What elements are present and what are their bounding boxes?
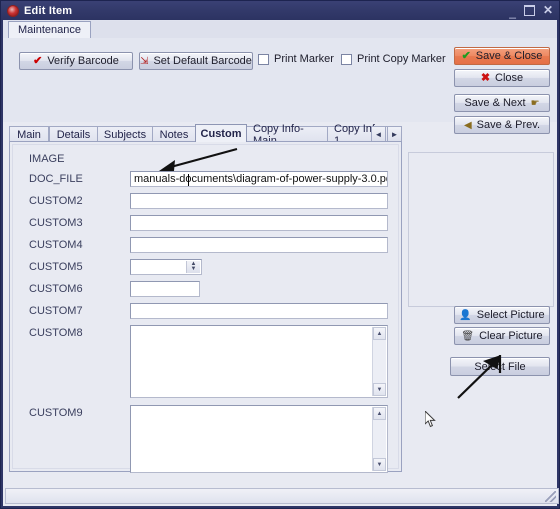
print-copy-marker-checkbox[interactable]: Print Copy Marker (341, 53, 446, 65)
check-icon: ✔ (33, 54, 43, 67)
custom3-input[interactable] (130, 215, 388, 231)
custom5-spinner[interactable]: ▲ ▼ (130, 259, 202, 275)
custom3-label: CUSTOM3 (29, 217, 83, 229)
text-caret (188, 174, 189, 186)
print-copy-marker-label: Print Copy Marker (357, 53, 446, 65)
custom-form-panel: IMAGE DOC_FILE manuals-documents\diagram… (9, 141, 402, 473)
custom8-value (131, 326, 387, 328)
custom5-label: CUSTOM5 (29, 261, 83, 273)
save-and-next-label: Save & Next (464, 97, 526, 109)
custom6-input[interactable] (130, 281, 200, 297)
tab-scroll-right-icon[interactable]: ► (387, 126, 402, 142)
custom9-textarea[interactable]: ▲ ▼ (130, 405, 388, 473)
title-bar: Edit Item _ ✕ (1, 1, 559, 20)
custom7-input[interactable] (130, 303, 388, 319)
custom2-value (131, 194, 387, 196)
custom7-value (131, 304, 387, 306)
window-title: Edit Item (24, 4, 73, 17)
custom9-value (131, 406, 387, 408)
save-and-next-button[interactable]: Save & Next ☛ (454, 94, 550, 112)
set-default-barcode-button[interactable]: ⇲ Set Default Barcode (139, 52, 253, 70)
close-button[interactable]: ✖ Close (454, 69, 550, 87)
custom8-scrollbar[interactable]: ▲ ▼ (372, 327, 386, 396)
hand-right-icon: ☛ (530, 97, 540, 109)
custom-form-inner: IMAGE DOC_FILE manuals-documents\diagram… (12, 144, 399, 473)
maximize-icon[interactable] (523, 4, 535, 16)
doc-file-label: DOC_FILE (29, 173, 83, 185)
picture-preview-box (408, 152, 554, 307)
save-and-prev-label: Save & Prev. (476, 119, 541, 131)
custom-tabstrip: Main Details Subjects Notes Custom Copy … (9, 123, 402, 147)
scroll-down-icon[interactable]: ▼ (373, 458, 386, 471)
check-icon: ✔ (461, 49, 471, 62)
app-circle-icon (7, 4, 19, 17)
scroll-up-icon[interactable]: ▲ (373, 407, 386, 420)
print-marker-checkbox[interactable]: Print Marker (258, 53, 334, 65)
custom7-label: CUSTOM7 (29, 305, 83, 317)
trash-icon: 🗑 (461, 330, 475, 342)
mouse-cursor (425, 411, 436, 428)
close-icon[interactable]: ✕ (543, 3, 553, 17)
resize-grip-icon[interactable] (545, 491, 556, 502)
scroll-up-icon[interactable]: ▲ (373, 327, 386, 340)
custom4-label: CUSTOM4 (29, 239, 83, 251)
save-and-close-label: Save & Close (475, 50, 543, 62)
spinner-arrows-icon[interactable]: ▲ ▼ (186, 261, 200, 273)
window-controls: _ ✕ (509, 3, 553, 19)
custom2-input[interactable] (130, 193, 388, 209)
edit-item-window: Edit Item _ ✕ Maintenance ✔ Verify Barco… (0, 0, 560, 509)
save-and-close-button[interactable]: ✔ Save & Close (454, 47, 550, 65)
custom4-input[interactable] (130, 237, 388, 253)
checkbox-box-icon (258, 53, 269, 65)
custom2-label: CUSTOM2 (29, 195, 83, 207)
custom9-label: CUSTOM9 (29, 407, 83, 419)
maintenance-tabstrip-filler (87, 21, 557, 38)
maintenance-tabstrip: Maintenance (3, 20, 557, 39)
custom8-label: CUSTOM8 (29, 327, 83, 339)
person-icon: 👤 (459, 309, 472, 321)
arrow-left-icon: ◀ (463, 119, 472, 131)
tab-notes[interactable]: Notes (152, 126, 196, 142)
save-and-prev-button[interactable]: ◀ Save & Prev. (454, 116, 550, 134)
tab-details[interactable]: Details (49, 126, 98, 142)
barcode-export-icon: ⇲ (140, 55, 149, 67)
select-picture-button[interactable]: 👤 Select Picture (454, 306, 550, 324)
tab-copy-info-main[interactable]: Copy Info-Main (246, 123, 328, 147)
doc-file-input[interactable]: manuals-documents\diagram-of-power-suppl… (130, 171, 388, 187)
custom3-value (131, 216, 387, 218)
clear-picture-button[interactable]: 🗑 Clear Picture (454, 327, 550, 345)
tab-custom[interactable]: Custom (195, 124, 247, 142)
select-picture-label: Select Picture (476, 309, 545, 321)
set-default-barcode-label: Set Default Barcode (153, 55, 252, 67)
tab-scroll-left-icon[interactable]: ◄ (371, 126, 386, 142)
clear-picture-label: Clear Picture (479, 330, 543, 342)
verify-barcode-label: Verify Barcode (47, 55, 119, 67)
custom6-value (131, 282, 199, 284)
minimize-icon[interactable]: _ (509, 5, 516, 19)
custom6-label: CUSTOM6 (29, 283, 83, 295)
custom4-value (131, 238, 387, 240)
client-area: Maintenance ✔ Verify Barcode ⇲ Set Defau… (3, 20, 559, 506)
toolbar: ✔ Verify Barcode ⇲ Set Default Barcode P… (3, 38, 557, 134)
tab-main[interactable]: Main (9, 126, 49, 142)
close-label: Close (495, 72, 524, 84)
select-file-label: Select File (474, 360, 526, 373)
verify-barcode-button[interactable]: ✔ Verify Barcode (19, 52, 133, 70)
custom8-textarea[interactable]: ▲ ▼ (130, 325, 388, 398)
image-section-label: IMAGE (29, 153, 65, 165)
x-icon: ✖ (480, 71, 491, 84)
doc-file-value: manuals-documents\diagram-of-power-suppl… (134, 173, 387, 185)
print-marker-label: Print Marker (274, 53, 334, 65)
scroll-down-icon[interactable]: ▼ (373, 383, 386, 396)
select-file-button[interactable]: Select File (450, 357, 550, 376)
tab-subjects[interactable]: Subjects (97, 126, 153, 142)
status-bar (5, 488, 559, 504)
checkbox-box-icon (341, 53, 352, 65)
custom9-scrollbar[interactable]: ▲ ▼ (372, 407, 386, 471)
tab-maintenance[interactable]: Maintenance (8, 21, 91, 38)
